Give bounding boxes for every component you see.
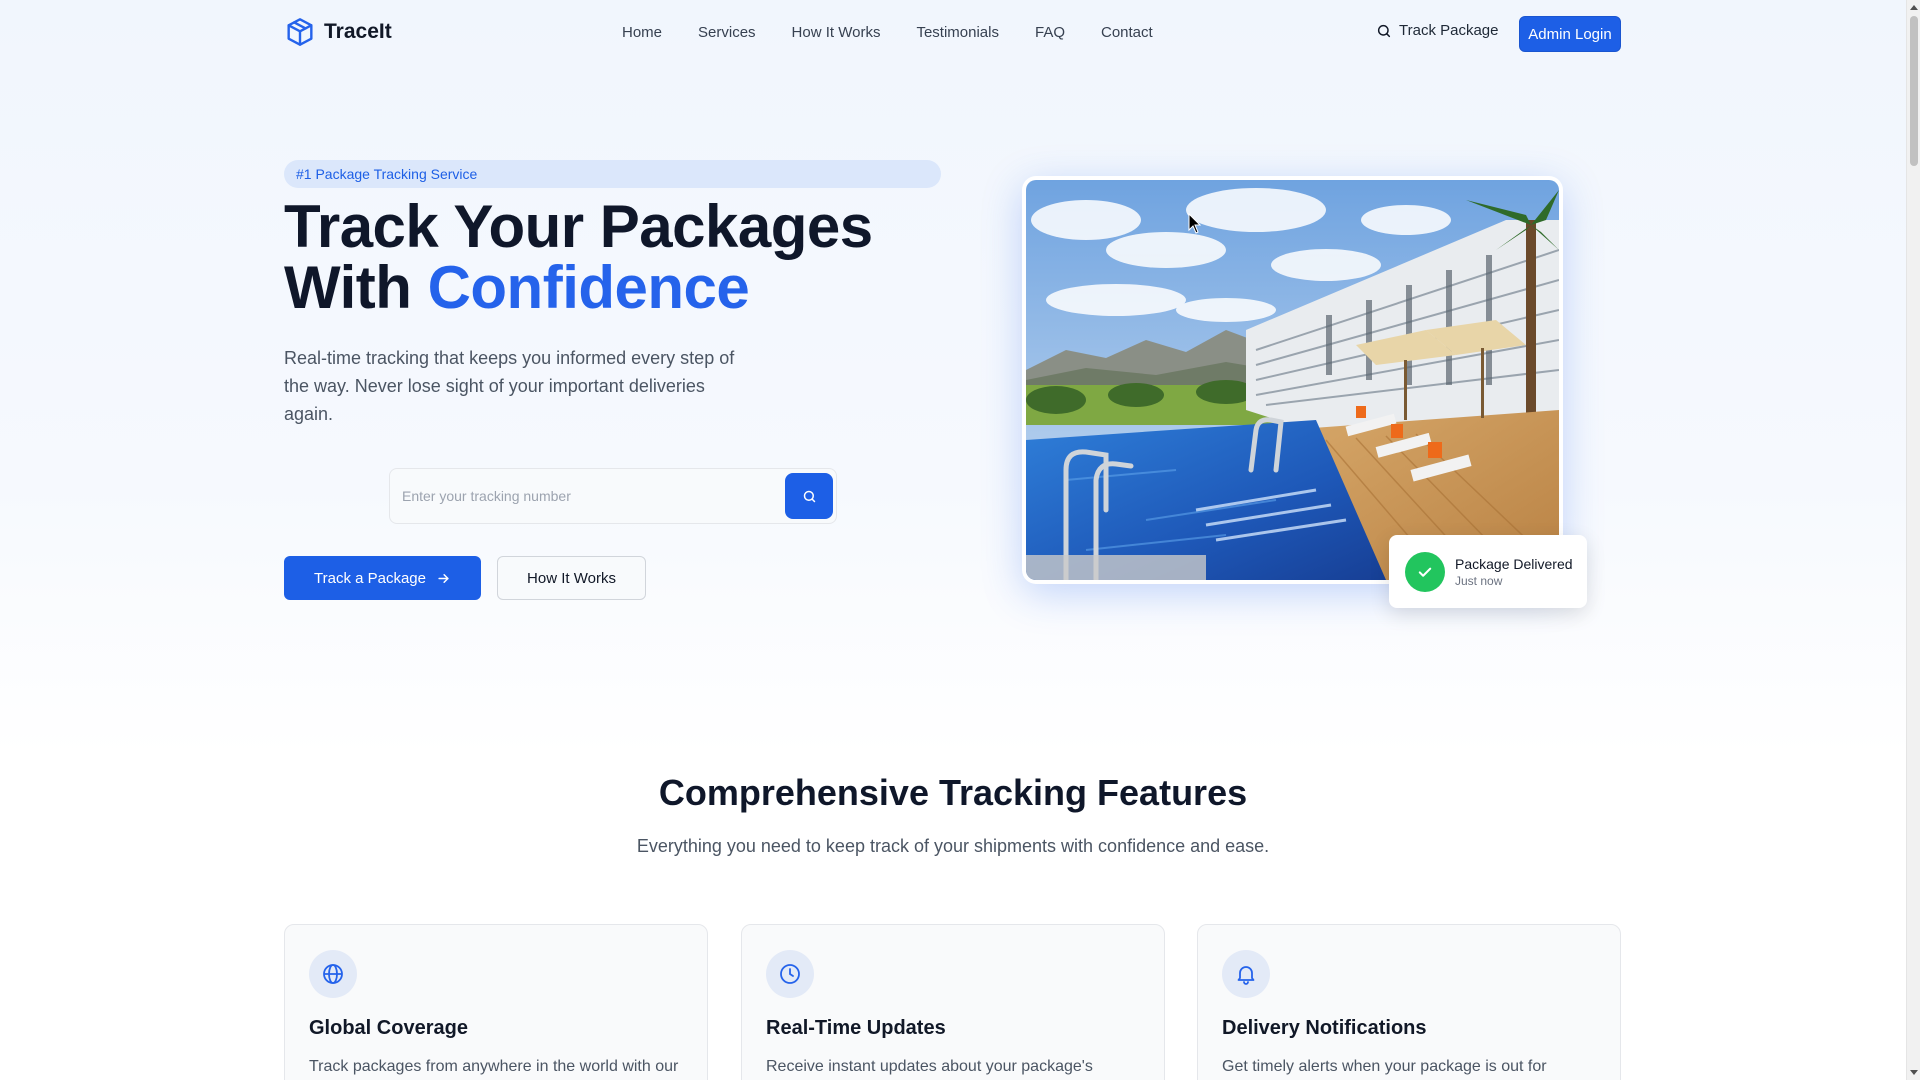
hero-badge: #1 Package Tracking Service bbox=[284, 160, 941, 188]
nav-link-home[interactable]: Home bbox=[622, 24, 662, 41]
nav-link-testimonials[interactable]: Testimonials bbox=[916, 24, 999, 41]
track-a-package-button[interactable]: Track a Package bbox=[284, 556, 481, 600]
hero-image-frame bbox=[1022, 176, 1563, 584]
top-navbar: TraceIt Home Services How It Works Testi… bbox=[0, 0, 1906, 68]
toast-time: Just now bbox=[1455, 573, 1503, 588]
main-menu: Home Services How It Works Testimonials … bbox=[622, 24, 1153, 41]
search-button[interactable] bbox=[785, 473, 833, 519]
nav-link-how-it-works[interactable]: How It Works bbox=[792, 24, 881, 41]
toast-title: Package Delivered bbox=[1455, 555, 1573, 572]
package-cube-icon bbox=[287, 18, 313, 46]
hero-photo-resort-pool bbox=[1026, 180, 1559, 580]
feature-card-global-coverage: Global Coverage Track packages from anyw… bbox=[284, 924, 708, 1080]
arrow-right-icon bbox=[438, 573, 449, 583]
clock-icon bbox=[766, 950, 814, 998]
feature-card-desc: Track packages from anywhere in the worl… bbox=[309, 1058, 679, 1075]
brand[interactable]: TraceIt bbox=[284, 16, 392, 48]
feature-card-title: Delivery Notifications bbox=[1222, 1017, 1427, 1039]
feature-card-desc: Receive instant updates about your packa… bbox=[766, 1058, 1093, 1075]
track-package-link[interactable]: Track Package bbox=[1376, 22, 1499, 39]
how-it-works-button[interactable]: How It Works bbox=[497, 556, 646, 600]
admin-login-button[interactable]: Admin Login bbox=[1519, 16, 1621, 52]
feature-card-delivery-notifications: Delivery Notifications Get timely alerts… bbox=[1197, 924, 1621, 1080]
search-icon bbox=[1377, 24, 1391, 37]
feature-card-real-time-updates: Real-Time Updates Receive instant update… bbox=[741, 924, 1165, 1080]
nav-link-services[interactable]: Services bbox=[698, 24, 756, 41]
vertical-scrollbar[interactable] bbox=[1906, 0, 1920, 1080]
delivered-toast: Package Delivered Just now bbox=[1389, 535, 1587, 608]
search-icon bbox=[803, 490, 815, 502]
hero-title-line1: Track Your Packages bbox=[284, 193, 873, 260]
tracking-number-input[interactable] bbox=[390, 469, 780, 523]
tracking-search-box bbox=[389, 468, 837, 524]
feature-card-desc: Get timely alerts when your package is o… bbox=[1222, 1058, 1547, 1075]
scrollbar-thumb[interactable] bbox=[1910, 16, 1918, 166]
nav-link-faq[interactable]: FAQ bbox=[1035, 24, 1065, 41]
features-title: Comprehensive Tracking Features bbox=[658, 772, 1248, 813]
check-circle-icon bbox=[1405, 551, 1445, 592]
hero-title-prefix: With bbox=[284, 254, 428, 321]
mouse-cursor-icon bbox=[1188, 213, 1202, 234]
track-a-package-label: Track a Package bbox=[314, 569, 426, 587]
hero-title: Track Your Packages With Confidence bbox=[284, 196, 873, 318]
page: TraceIt Home Services How It Works Testi… bbox=[0, 0, 1906, 1080]
scroll-down-arrow-icon[interactable] bbox=[1910, 1070, 1918, 1075]
features-subtitle: Everything you need to keep track of you… bbox=[636, 836, 1270, 856]
track-package-label: Track Package bbox=[1399, 22, 1499, 39]
globe-icon bbox=[309, 950, 357, 998]
scroll-up-arrow-icon[interactable] bbox=[1910, 5, 1918, 10]
nav-link-contact[interactable]: Contact bbox=[1101, 24, 1153, 41]
hero-subtitle: Real-time tracking that keeps you inform… bbox=[284, 348, 735, 424]
hero-title-accent: Confidence bbox=[427, 254, 750, 321]
feature-card-title: Real-Time Updates bbox=[766, 1017, 946, 1039]
brand-name: TraceIt bbox=[324, 20, 392, 43]
feature-card-title: Global Coverage bbox=[309, 1017, 468, 1039]
bell-icon bbox=[1222, 950, 1270, 998]
